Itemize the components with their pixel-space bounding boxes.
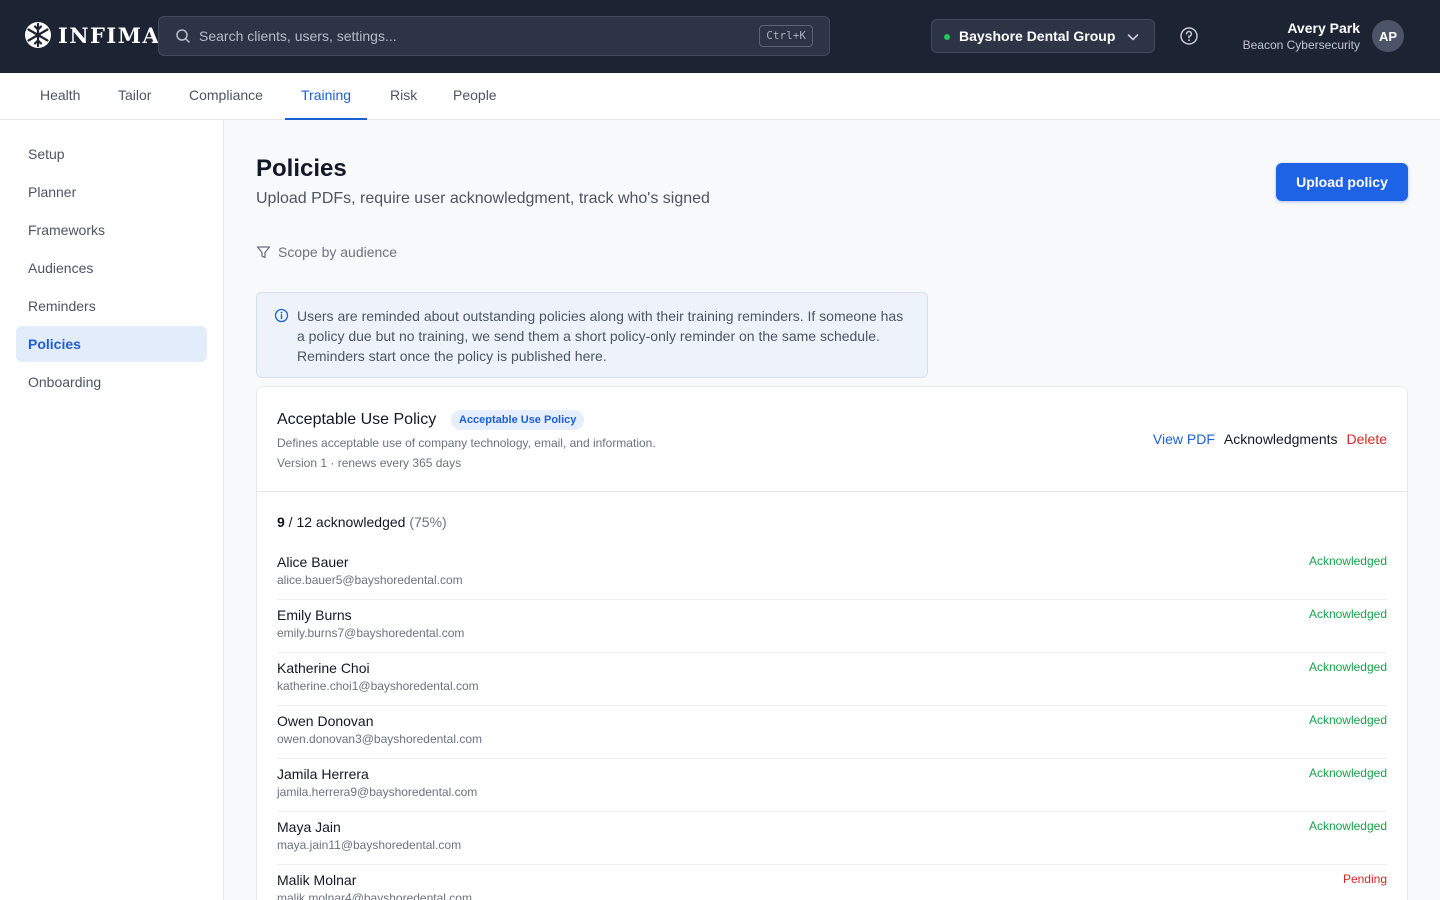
user-email: owen.donovan3@bayshoredental.com bbox=[277, 732, 482, 746]
sidebar: Setup Planner Frameworks Audiences Remin… bbox=[0, 120, 224, 900]
user-name: Alice Bauer bbox=[277, 554, 349, 570]
upload-policy-button[interactable]: Upload policy bbox=[1276, 163, 1408, 201]
status-badge: Acknowledged bbox=[1308, 607, 1387, 621]
user-name: Jamila Herrera bbox=[277, 766, 369, 782]
reminder-info-banner: Users are reminded about outstanding pol… bbox=[256, 292, 928, 378]
help-icon[interactable] bbox=[1178, 25, 1200, 47]
user-email: maya.jain11@bayshoredental.com bbox=[277, 838, 462, 852]
user-org: Beacon Cybersecurity bbox=[1242, 38, 1360, 52]
org-name: Bayshore Dental Group bbox=[959, 28, 1116, 44]
list-item: Malik Molnar malik.molnar4@bayshoredenta… bbox=[277, 865, 1387, 900]
user-name: Avery Park bbox=[1287, 20, 1360, 36]
acknowledgments-link[interactable]: Acknowledgments bbox=[1224, 431, 1338, 447]
user-name: Katherine Choi bbox=[277, 660, 370, 676]
tab-tailor[interactable]: Tailor bbox=[102, 73, 167, 120]
policy-type-badge: Acceptable Use Policy bbox=[451, 410, 585, 430]
user-name: Owen Donovan bbox=[277, 713, 374, 729]
user-name: Emily Burns bbox=[277, 607, 352, 623]
filter-icon bbox=[256, 245, 271, 258]
status-badge: Acknowledged bbox=[1308, 660, 1387, 674]
chevron-down-icon bbox=[1127, 34, 1139, 41]
info-text: Users are reminded about outstanding pol… bbox=[297, 308, 904, 364]
list-item: Alice Bauer alice.bauer5@bayshoredental.… bbox=[277, 547, 1387, 600]
search-input[interactable] bbox=[199, 17, 739, 55]
user-menu[interactable]: Avery Park Beacon Cybersecurity bbox=[1243, 19, 1360, 53]
view-pdf-link[interactable]: View PDF bbox=[1153, 431, 1215, 447]
sidebar-item-planner[interactable]: Planner bbox=[16, 174, 207, 210]
avatar[interactable]: AP bbox=[1372, 20, 1404, 52]
sidebar-item-audiences[interactable]: Audiences bbox=[16, 250, 207, 286]
global-search[interactable]: Ctrl+K bbox=[158, 16, 830, 56]
page-subtitle: Upload PDFs, require user acknowledgment… bbox=[256, 190, 710, 207]
list-item: Katherine Choi katherine.choi1@bayshored… bbox=[277, 653, 1387, 706]
tab-training[interactable]: Training bbox=[285, 73, 368, 120]
policy-actions: View PDF Acknowledgments Delete bbox=[1153, 431, 1387, 447]
user-email: malik.molnar4@bayshoredental.com bbox=[277, 891, 472, 900]
status-badge: Acknowledged bbox=[1308, 554, 1387, 568]
search-icon bbox=[176, 29, 190, 43]
user-name: Maya Jain bbox=[277, 819, 341, 835]
status-badge: Acknowledged bbox=[1308, 819, 1387, 833]
org-switcher[interactable]: Bayshore Dental Group bbox=[931, 19, 1155, 53]
sidebar-item-frameworks[interactable]: Frameworks bbox=[16, 212, 207, 248]
tab-risk[interactable]: Risk bbox=[374, 73, 433, 120]
user-email: emily.burns7@bayshoredental.com bbox=[277, 626, 465, 640]
user-email: jamila.herrera9@bayshoredental.com bbox=[277, 785, 478, 799]
acknowledged-percent: (75%) bbox=[409, 514, 447, 530]
acknowledged-total: / 12 acknowledged bbox=[284, 514, 410, 530]
tab-health[interactable]: Health bbox=[24, 73, 96, 120]
sidebar-item-onboarding[interactable]: Onboarding bbox=[16, 364, 207, 400]
main-tabs: Health Tailor Compliance Training Risk P… bbox=[0, 73, 1440, 120]
list-item: Owen Donovan owen.donovan3@bayshoredenta… bbox=[277, 706, 1387, 759]
user-name: Malik Molnar bbox=[277, 872, 357, 888]
acknowledgment-summary: 9 / 12 acknowledged (75%) bbox=[277, 514, 447, 530]
sidebar-item-reminders[interactable]: Reminders bbox=[16, 288, 207, 324]
scope-by-audience-button[interactable]: Scope by audience bbox=[256, 244, 397, 260]
list-item: Emily Burns emily.burns7@bayshoredental.… bbox=[277, 600, 1387, 653]
tab-people[interactable]: People bbox=[437, 73, 513, 120]
policy-card-header: Acceptable Use Policy Acceptable Use Pol… bbox=[257, 387, 1407, 492]
info-icon bbox=[274, 308, 289, 323]
snowflake-logo-icon bbox=[25, 22, 51, 48]
infima-logo[interactable]: INFIMA bbox=[24, 21, 160, 49]
scope-label: Scope by audience bbox=[278, 244, 398, 260]
sidebar-item-policies[interactable]: Policies bbox=[16, 326, 207, 362]
list-item: Maya Jain maya.jain11@bayshoredental.com… bbox=[277, 812, 1387, 865]
user-email: katherine.choi1@bayshoredental.com bbox=[277, 679, 479, 693]
policy-description: Defines acceptable use of company techno… bbox=[277, 436, 656, 450]
policy-version: Version 1 · renews every 365 days bbox=[277, 456, 462, 470]
status-badge: Acknowledged bbox=[1308, 713, 1387, 727]
user-email: alice.bauer5@bayshoredental.com bbox=[277, 573, 463, 587]
acknowledgment-list: Alice Bauer alice.bauer5@bayshoredental.… bbox=[277, 547, 1387, 900]
org-status-dot bbox=[944, 34, 950, 40]
status-badge: Pending bbox=[1342, 872, 1387, 886]
list-item: Jamila Herrera jamila.herrera9@bayshored… bbox=[277, 759, 1387, 812]
search-shortcut-hint: Ctrl+K bbox=[759, 25, 813, 47]
acknowledged-count: 9 bbox=[277, 514, 285, 530]
logo-text: INFIMA bbox=[58, 22, 161, 48]
status-badge: Acknowledged bbox=[1308, 766, 1387, 780]
policy-card: Acceptable Use Policy Acceptable Use Pol… bbox=[256, 386, 1408, 900]
tab-compliance[interactable]: Compliance bbox=[173, 73, 279, 120]
top-bar: INFIMA Ctrl+K Bayshore Dental Group Aver… bbox=[0, 0, 1440, 73]
sidebar-item-setup[interactable]: Setup bbox=[16, 136, 207, 172]
delete-policy-link[interactable]: Delete bbox=[1347, 431, 1387, 447]
policy-name: Acceptable Use Policy bbox=[277, 411, 437, 428]
page-title: Policies bbox=[256, 155, 347, 182]
